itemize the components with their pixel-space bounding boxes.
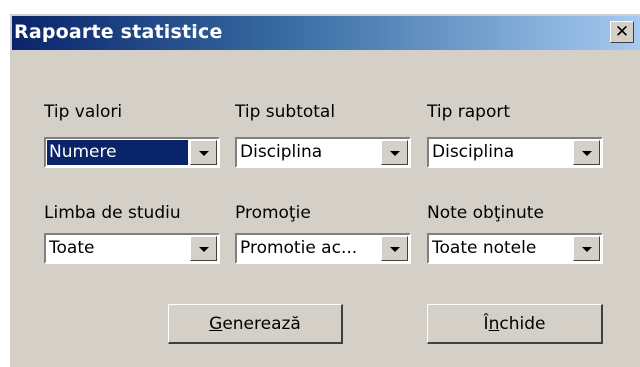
tip-valori-select[interactable]: Numere <box>44 137 220 168</box>
note-obtinute-dropdown-button[interactable] <box>573 236 600 261</box>
tip-valori-label: Tip valori <box>44 102 123 122</box>
note-obtinute-select[interactable]: Toate notele <box>427 233 603 264</box>
window-title: Rapoarte statistice <box>14 21 223 43</box>
limba-de-studiu-value: Toate <box>49 238 95 258</box>
chevron-down-icon <box>389 150 400 156</box>
tip-subtotal-select[interactable]: Disciplina <box>235 137 411 168</box>
tip-raport-select[interactable]: Disciplina <box>427 137 603 168</box>
promotie-select[interactable]: Promotie ac... <box>235 233 411 264</box>
promotie-dropdown-button[interactable] <box>381 236 408 261</box>
title-bar[interactable]: Rapoarte statistice ✕ <box>12 16 640 50</box>
genereaza-button[interactable]: Generează <box>168 304 343 344</box>
tip-raport-dropdown-button[interactable] <box>573 140 600 165</box>
promotie-value: Promotie ac... <box>240 238 358 258</box>
limba-de-studiu-label: Limba de studiu <box>44 203 181 223</box>
tip-valori-value: Numere <box>47 140 188 165</box>
inchide-button-label: Închide <box>483 313 546 334</box>
inchide-button[interactable]: Închide <box>427 304 603 344</box>
note-obtinute-label: Note obţinute <box>427 203 544 223</box>
chevron-down-icon <box>198 150 209 156</box>
genereaza-button-label: Generează <box>209 313 301 334</box>
tip-subtotal-value: Disciplina <box>240 142 323 162</box>
chevron-down-icon <box>581 150 592 156</box>
limba-de-studiu-select[interactable]: Toate <box>44 233 220 264</box>
tip-raport-value: Disciplina <box>432 142 515 162</box>
tip-valori-dropdown-button[interactable] <box>190 140 217 165</box>
tip-subtotal-label: Tip subtotal <box>235 102 336 122</box>
promotie-label: Promoţie <box>235 203 311 223</box>
limba-de-studiu-dropdown-button[interactable] <box>190 236 217 261</box>
close-icon: ✕ <box>614 21 630 42</box>
chevron-down-icon <box>389 246 400 252</box>
tip-raport-label: Tip raport <box>427 102 511 122</box>
tip-subtotal-dropdown-button[interactable] <box>381 140 408 165</box>
dialog-window: Rapoarte statistice ✕ Tip valori Tip sub… <box>9 13 640 367</box>
note-obtinute-value: Toate notele <box>432 238 537 258</box>
window-close-button[interactable]: ✕ <box>610 21 634 43</box>
chevron-down-icon <box>581 246 592 252</box>
chevron-down-icon <box>198 246 209 252</box>
